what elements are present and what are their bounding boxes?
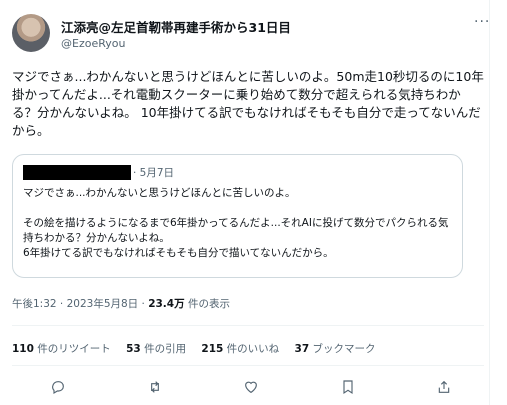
more-options-button[interactable]: ··· (474, 14, 490, 30)
views-label: 件の表示 (184, 298, 230, 310)
quote-text: マジでさぁ...わかんないと思うけどほんとに苦しいのよ。 その絵を描けるようにな… (23, 187, 449, 259)
bookmarks-label: ブックマーク (309, 343, 376, 355)
retweets-label: 件のリツイート (33, 343, 111, 355)
share-button[interactable] (435, 378, 453, 396)
column-border (489, 0, 490, 405)
author-handle[interactable]: @EzoeRyou (61, 37, 125, 50)
bookmark-icon (342, 380, 353, 395)
retweet-button[interactable] (146, 378, 164, 396)
like-icon (245, 381, 257, 394)
engagement-stats: 110 件のリツイート 53 件の引用 215 件のいいね 37 ブックマーク (12, 341, 388, 356)
divider (12, 365, 484, 366)
reply-icon (52, 381, 64, 395)
retweets-stat[interactable]: 110 件のリツイート (12, 343, 111, 355)
author-display-name[interactable]: 江添亮@左足首靭帯再建手術から31日目 (61, 17, 291, 36)
bookmarks-stat[interactable]: 37 ブックマーク (295, 343, 376, 355)
action-bar (49, 378, 453, 396)
quoted-tweet-card[interactable]: · 5月7日 マジでさぁ...わかんないと思うけどほんとに苦しいのよ。 その絵を… (12, 154, 463, 278)
retweet-icon (150, 381, 159, 393)
quotes-stat[interactable]: 53 件の引用 (126, 343, 186, 355)
tweet-text: マジでさぁ...わかんないと思うけどほんとに苦しいのよ。50m走10秒切るのに1… (12, 69, 484, 138)
avatar[interactable] (12, 14, 50, 52)
retweets-count: 110 (12, 343, 34, 355)
likes-label: 件のいいね (223, 343, 280, 355)
divider (12, 325, 484, 326)
likes-count: 215 (201, 343, 224, 355)
bookmarks-count: 37 (294, 343, 310, 355)
quotes-label: 件の引用 (140, 343, 187, 355)
quote-date[interactable]: · 5月7日 (133, 165, 174, 180)
redacted-quote-author (23, 165, 131, 180)
share-icon (438, 380, 450, 393)
quotes-count: 53 (126, 343, 141, 355)
views-count: 23.4万 (148, 298, 185, 310)
bookmark-button[interactable] (339, 378, 357, 396)
tweet-meta: 午後1:32 · 2023年5月8日 · 23.4万 件の表示 (12, 296, 230, 311)
like-button[interactable] (242, 378, 260, 396)
likes-stat[interactable]: 215 件のいいね (201, 343, 279, 355)
tweet-timestamp[interactable]: 午後1:32 · 2023年5月8日 · (12, 298, 148, 310)
reply-button[interactable] (49, 378, 67, 396)
